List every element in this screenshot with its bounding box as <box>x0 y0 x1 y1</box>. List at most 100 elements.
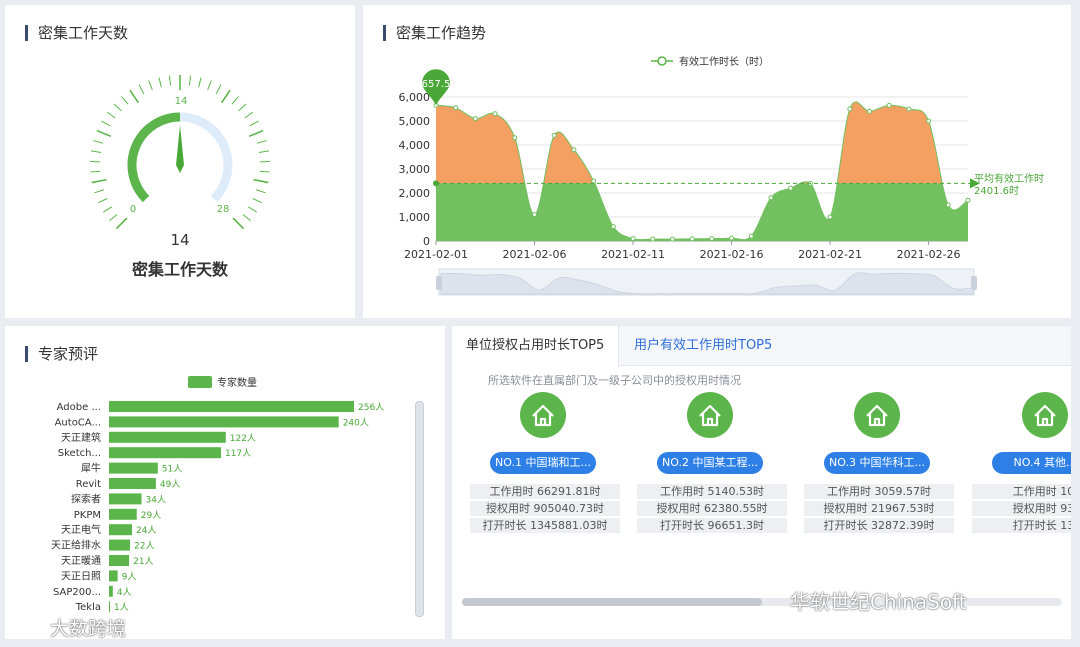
card-work-time: 工作用时 5140.53时 <box>637 484 787 499</box>
card-work-time: 工作用时 66291.81时 <box>470 484 620 499</box>
gauge-tick <box>101 120 111 127</box>
home-icon <box>854 392 900 438</box>
data-point <box>492 111 498 117</box>
data-point <box>551 132 557 138</box>
data-zoom-slider[interactable] <box>436 268 977 296</box>
trend-x-ticks: 2021-02-01 2021-02-06 2021-02-11 2021-02-16… <box>404 241 961 261</box>
card-open-time: 打开时长 32872.39时 <box>804 518 954 533</box>
bar-legend[interactable]: 专家数量 <box>188 376 257 389</box>
bar-category-label: Adobe ... <box>57 402 101 413</box>
x-tick-label: 2021-02-16 <box>700 248 764 261</box>
average-start-dot <box>433 180 439 187</box>
data-point <box>945 202 951 208</box>
bar <box>109 555 130 566</box>
bar <box>109 416 339 428</box>
card-company-button[interactable]: NO.4 其他... <box>992 452 1071 474</box>
data-point <box>847 106 853 112</box>
gauge-tick <box>215 84 222 94</box>
bar-value-label: 24人 <box>136 525 156 536</box>
bar-value-label: 240人 <box>343 417 369 428</box>
bar <box>109 508 137 520</box>
bar-value-label: 22人 <box>134 541 154 552</box>
gauge-name: 密集工作天数 <box>131 260 229 279</box>
data-point <box>512 135 518 141</box>
tab-unit-license-top5[interactable]: 单位授权占用时长TOP5 <box>452 326 620 367</box>
gauge-tick <box>188 75 192 86</box>
gauge-chart: 14 0 28 14 密集工作天数 <box>90 75 270 279</box>
y-tick-label: 1,000 <box>399 211 431 224</box>
watermark-right: 华软世纪ChinaSoft <box>790 590 967 614</box>
data-point <box>729 235 735 241</box>
data-point <box>532 212 538 218</box>
gauge-tick <box>231 96 239 105</box>
bar-category-label: AutoCA... <box>55 417 101 428</box>
card-company-button[interactable]: NO.3 中国华科工... <box>824 452 930 474</box>
bar-value-label: 4人 <box>117 587 132 598</box>
bar <box>109 524 132 536</box>
bar-category-label: 天正日照 <box>61 570 101 582</box>
bar-category-label: Tekla <box>75 602 101 613</box>
gauge-tick <box>91 178 107 184</box>
y-tick-label: 4,000 <box>399 139 431 152</box>
bar <box>109 462 158 474</box>
gauge-tick <box>168 75 172 86</box>
gauge-tick <box>258 150 269 153</box>
cards-scrollbar[interactable] <box>462 598 1062 606</box>
expert-panel: 专家预评 专家数量 Adobe ... 256人 AutoCA... 240人 天正建筑… <box>5 326 445 640</box>
card-auth-time: 授权用时 62380.55时 <box>637 501 787 516</box>
bar-value-label: 29人 <box>141 510 161 521</box>
home-icon <box>520 392 566 438</box>
bar-value-label: 21人 <box>133 556 153 567</box>
gauge-tick <box>113 103 122 112</box>
gauge-fill <box>127 112 181 203</box>
data-point <box>965 197 971 203</box>
trend-legend[interactable]: 有效工作时长（时） <box>651 55 769 68</box>
card-company-button[interactable]: NO.2 中国某工程... <box>657 452 763 474</box>
data-point <box>669 236 675 242</box>
bar-category-label: 天正建筑 <box>61 431 101 444</box>
home-icon <box>1022 392 1068 438</box>
gauge-tick <box>259 170 270 173</box>
gauge-tick <box>198 77 202 88</box>
bar <box>109 447 221 459</box>
gauge-value: 14 <box>170 231 189 249</box>
top5-description: 所选软件在直属部门及一级子公司中的授权用时情况 <box>488 374 741 387</box>
gauge-tick <box>98 198 108 204</box>
bar-chart-scrollbar[interactable] <box>415 401 424 617</box>
bar-category-label: 犀牛 <box>81 462 101 475</box>
data-point <box>591 178 597 184</box>
gauge-max-label: 28 <box>217 204 230 215</box>
bar-value-label: 122人 <box>230 433 256 444</box>
card-work-time: 工作用时 3059.57时 <box>804 484 954 499</box>
gauge-tick <box>247 206 257 213</box>
bar-category-label: SAP200... <box>53 587 101 598</box>
bar-legend-swatch <box>188 376 212 388</box>
peak-label: 5657.56 <box>415 79 456 90</box>
expert-bar-chart: 专家数量 Adobe ... 256人 AutoCA... 240人天正建筑 122人 S… <box>51 376 384 613</box>
gauge-tick <box>96 129 112 138</box>
card-company-button[interactable]: NO.1 中国瑞和工... <box>490 452 596 474</box>
bar-category-label: Revit <box>76 479 101 490</box>
home-icon <box>687 392 733 438</box>
legend-label: 有效工作时长（时） <box>679 55 769 68</box>
gauge-min-label: 0 <box>130 204 136 215</box>
data-point <box>709 236 715 242</box>
data-point <box>886 102 892 108</box>
tab-user-work-top5[interactable]: 用户有效工作用时TOP5 <box>620 326 786 367</box>
gauge-tick <box>244 111 254 119</box>
slider-handle-left[interactable] <box>436 276 442 290</box>
gauge-tick <box>109 214 118 222</box>
gauge-tick <box>253 178 269 184</box>
x-tick-label: 2021-02-01 <box>404 248 468 261</box>
cards-scrollbar-thumb[interactable] <box>462 598 762 606</box>
data-point <box>571 147 577 153</box>
slider-handle-right[interactable] <box>971 276 977 290</box>
card-auth-time: 授权用时 905040.73时 <box>470 501 620 516</box>
gauge-tick <box>148 80 153 91</box>
top5-tabs: 单位授权占用时长TOP5 用户有效工作用时TOP5 <box>452 326 1071 367</box>
y-tick-label: 5,000 <box>399 115 431 128</box>
bar-value-label: 1人 <box>114 602 129 613</box>
gauge-tick <box>252 198 262 204</box>
gauge-tick <box>90 170 101 173</box>
y-tick-label: 0 <box>423 235 430 248</box>
